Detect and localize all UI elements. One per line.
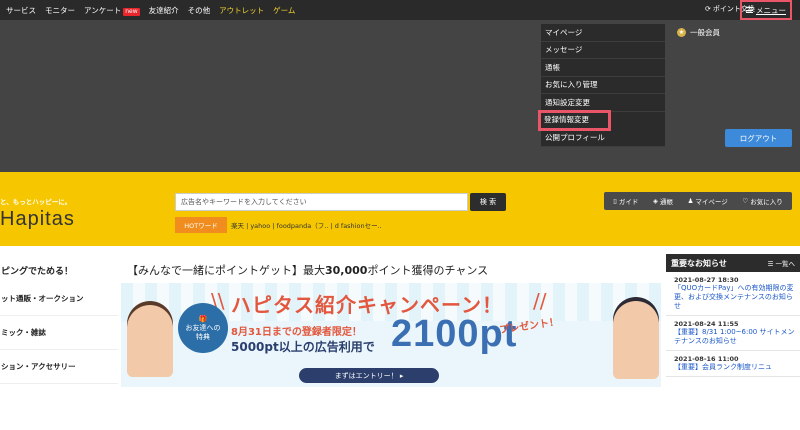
category-sidebar: ピングでためる！ ット通販・オークション ミック・雑誌 ション・アクセサリー bbox=[0, 258, 118, 384]
passbook-icon: ◈ bbox=[652, 197, 658, 205]
gift-icon: 🎁 bbox=[198, 314, 208, 323]
top-nav: サービス モニター アンケート new 友達紹介 その他 アウトレット ゲーム ⟳… bbox=[0, 0, 800, 20]
menu-button[interactable]: メニュー bbox=[740, 0, 792, 20]
menu-item-messages[interactable]: メッセージ bbox=[541, 42, 665, 59]
menu-item-mypage[interactable]: マイページ bbox=[541, 24, 665, 42]
news-text: 「QUOカードPay」への有効期限の変更、および交換メンテナンスのお知らせ bbox=[674, 284, 794, 310]
member-rank-icon: ★ bbox=[677, 28, 686, 37]
nav-friend-referral[interactable]: 友達紹介 bbox=[149, 5, 179, 16]
important-news-panel: 重要なお知らせ ☰ 一覧へ 2021-08-27 18:30 「QUOカードPa… bbox=[666, 254, 800, 396]
nav-service[interactable]: サービス bbox=[6, 5, 36, 16]
news-date: 2021-08-16 11:00 bbox=[674, 355, 739, 363]
category-fashion[interactable]: ション・アクセサリー bbox=[0, 350, 118, 384]
slash-decoration-right: // bbox=[533, 289, 547, 313]
campaign-title-strong: 30,000 bbox=[325, 264, 368, 277]
friend-bonus-line1: お友達への bbox=[185, 323, 221, 332]
news-text: 【重要】会員ランク制度リニュ bbox=[674, 363, 772, 371]
search-input[interactable]: 広告名やキーワードを入力してください bbox=[175, 193, 468, 211]
menu-dropdown: マイページ メッセージ 通帳 お気に入り管理 通知設定変更 登録情報変更 公開プ… bbox=[538, 24, 665, 147]
condition-text: 5000pt以上の広告利用で bbox=[231, 340, 375, 354]
guide-label: ガイド bbox=[618, 198, 639, 206]
menu-item-registration-info[interactable]: 登録情報変更 bbox=[538, 109, 611, 131]
favorites-label: お気に入り bbox=[750, 198, 783, 206]
nav-survey-label: アンケート bbox=[84, 5, 122, 15]
menu-item-notification-settings[interactable]: 通知設定変更 bbox=[541, 94, 665, 112]
news-item[interactable]: 2021-08-24 11:55 【重要】8/31 1:00~6:00 サイトメ… bbox=[666, 316, 800, 351]
favorites-icon: ♡ bbox=[742, 197, 749, 205]
campaign-title-suffix: ポイント獲得のチャンス bbox=[367, 264, 489, 277]
news-date: 2021-08-24 11:55 bbox=[674, 320, 739, 328]
entry-button[interactable]: まずはエントリー！ ▸ bbox=[299, 368, 439, 383]
dimmed-overlay[interactable] bbox=[0, 20, 800, 172]
utility-bar: ▯ ガイド ◈ 通帳 ♟ マイページ ♡ お気に入り bbox=[604, 192, 792, 210]
page: サービス モニター アンケート new 友達紹介 その他 アウトレット ゲーム ⟳… bbox=[0, 0, 800, 430]
search-button[interactable]: 検 索 bbox=[470, 193, 506, 211]
hot-word-badge: HOTワード bbox=[175, 217, 227, 233]
category-comics[interactable]: ミック・雑誌 bbox=[0, 316, 118, 350]
limit-text: 8月31日までの登録者限定！ bbox=[231, 327, 362, 338]
exchange-icon: ⟳ bbox=[705, 5, 711, 13]
nav-survey[interactable]: アンケート new bbox=[84, 5, 140, 16]
hot-word-links[interactable]: 楽天 | yahoo | foodpanda（フ.. | d fashionセー… bbox=[231, 220, 382, 230]
news-item[interactable]: 2021-08-27 18:30 「QUOカードPay」への有効期限の変更、およ… bbox=[666, 272, 800, 316]
news-all-link[interactable]: ☰ 一覧へ bbox=[768, 258, 795, 268]
friend-bonus-badge: 🎁 お友達への 特典 bbox=[178, 303, 228, 353]
campaign-banner[interactable]: \\ ハピタス紹介キャンペーン！ // 🎁 お友達への 特典 8月31日までの登… bbox=[121, 283, 661, 387]
mypage-link[interactable]: ♟ マイページ bbox=[688, 196, 728, 206]
new-badge: new bbox=[123, 7, 140, 16]
mypage-label: マイページ bbox=[695, 198, 728, 206]
person-icon: ♟ bbox=[687, 197, 694, 205]
woman-illustration bbox=[127, 305, 173, 377]
guide-icon: ▯ bbox=[613, 197, 617, 205]
news-item[interactable]: 2021-08-16 11:00 【重要】会員ランク制度リニュ bbox=[666, 351, 800, 377]
nav-other[interactable]: その他 bbox=[188, 5, 211, 16]
news-header: 重要なお知らせ ☰ 一覧へ bbox=[666, 254, 800, 272]
site-logo[interactable]: Hapitas bbox=[0, 208, 75, 231]
logout-button[interactable]: ログアウト bbox=[725, 129, 792, 147]
nav-links: サービス モニター アンケート new 友達紹介 その他 アウトレット ゲーム bbox=[6, 0, 295, 20]
member-status: ★ 一般会員 bbox=[677, 27, 720, 38]
menu-item-public-profile[interactable]: 公開プロフィール bbox=[541, 129, 665, 147]
friend-bonus-line2: 特典 bbox=[196, 332, 210, 341]
news-title: 重要なお知らせ bbox=[671, 258, 727, 268]
big-points: 2100pt bbox=[391, 313, 518, 355]
category-online-shopping[interactable]: ット通販・オークション bbox=[0, 282, 118, 316]
member-type-label: 一般会員 bbox=[690, 28, 720, 37]
passbook-link[interactable]: ◈ 通帳 bbox=[653, 196, 673, 206]
tagline: と、もっとハッピーに。 bbox=[0, 198, 72, 206]
news-all-label: 一覧へ bbox=[775, 260, 796, 268]
campaign-title: 【みんなで一緒にポイントゲット】最大30,000ポイント獲得のチャンス bbox=[127, 262, 488, 278]
guide-link[interactable]: ▯ ガイド bbox=[613, 196, 638, 206]
news-date: 2021-08-27 18:30 bbox=[674, 276, 739, 284]
nav-monitor[interactable]: モニター bbox=[45, 5, 75, 16]
passbook-label: 通帳 bbox=[659, 198, 673, 206]
news-text: 【重要】8/31 1:00~6:00 サイトメンテナンスのお知らせ bbox=[674, 328, 795, 345]
favorites-link[interactable]: ♡ お気に入り bbox=[742, 196, 782, 206]
woman-illustration-right bbox=[613, 301, 659, 379]
nav-outlet[interactable]: アウトレット bbox=[219, 5, 264, 16]
nav-game[interactable]: ゲーム bbox=[273, 5, 295, 16]
campaign-title-prefix: 【みんなで一緒にポイントゲット】最大 bbox=[127, 264, 325, 277]
hamburger-icon bbox=[746, 7, 753, 13]
menu-item-passbook[interactable]: 通帳 bbox=[541, 59, 665, 77]
sidebar-heading: ピングでためる！ bbox=[1, 266, 74, 277]
menu-item-favorites[interactable]: お気に入り管理 bbox=[541, 77, 665, 94]
menu-label: メニュー bbox=[756, 5, 786, 15]
